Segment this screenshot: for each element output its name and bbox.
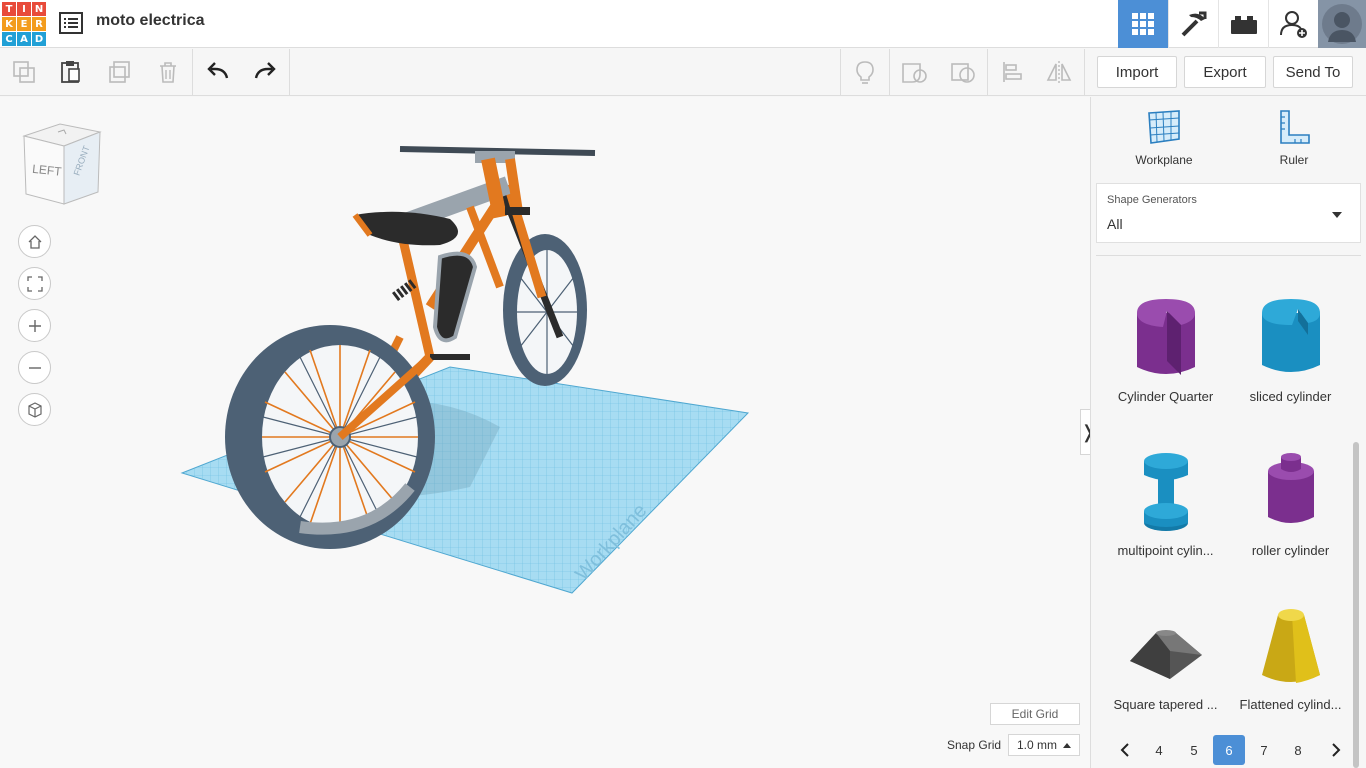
shape-label: multipoint cylin...: [1117, 543, 1214, 558]
zoom-in-button[interactable]: [18, 309, 51, 342]
tinkercad-logo[interactable]: T I N K E R C A D: [2, 2, 46, 46]
ruler-tool[interactable]: Ruler: [1249, 107, 1339, 167]
snap-grid-select[interactable]: 1.0 mm: [1008, 734, 1080, 756]
perspective-toggle-button[interactable]: [18, 393, 51, 426]
square-tapered-shape: [1129, 630, 1202, 679]
chevron-down-icon: [1332, 212, 1342, 218]
prev-page-icon[interactable]: [1109, 735, 1141, 765]
brick-icon[interactable]: [1218, 0, 1268, 48]
shape-generators-dropdown[interactable]: Shape Generators All: [1096, 183, 1361, 243]
design-title[interactable]: moto electrica: [96, 12, 204, 30]
multipoint-cylinder-shape: [1143, 453, 1188, 531]
edit-grid-button[interactable]: Edit Grid: [990, 703, 1080, 725]
fit-view-button[interactable]: [18, 267, 51, 300]
shape-label: Cylinder Quarter: [1117, 389, 1214, 404]
zoom-out-button[interactable]: [18, 351, 51, 384]
shape-label: Flattened cylind...: [1239, 697, 1342, 712]
workplane-icon: [1148, 110, 1180, 144]
undo-icon[interactable]: [202, 57, 234, 87]
sliced-cylinder-shape: [1261, 299, 1320, 372]
shape-generators-label: Shape Generators: [1107, 194, 1197, 206]
shape-flattened-cylinder[interactable]: Flattened cylind...: [1228, 603, 1353, 712]
shape-multipoint-cylinder[interactable]: multipoint cylin...: [1103, 449, 1228, 558]
workplane-tool[interactable]: Workplane: [1119, 107, 1209, 167]
page-4[interactable]: 4: [1143, 735, 1175, 765]
logo-letter: E: [17, 17, 31, 31]
pickaxe-icon[interactable]: [1168, 0, 1218, 48]
logo-letter: D: [32, 32, 46, 46]
duplicate-icon[interactable]: [104, 57, 136, 87]
page-8[interactable]: 8: [1282, 735, 1314, 765]
view-cube[interactable]: LEFT FRONT: [18, 122, 108, 212]
page-6-current[interactable]: 6: [1213, 735, 1245, 765]
top-bar: T I N K E R C A D moto electrica: [0, 0, 1366, 48]
workplane-tool-label: Workplane: [1135, 153, 1193, 167]
shapes-panel: Workplane Ruler Shape Generators All Cyl…: [1090, 97, 1366, 768]
shape-label: sliced cylinder: [1249, 389, 1332, 404]
roller-cylinder-shape: [1267, 453, 1314, 523]
next-page-icon[interactable]: [1320, 735, 1352, 765]
shape-sliced-cylinder[interactable]: sliced cylinder: [1228, 295, 1353, 404]
logo-letter: I: [17, 2, 31, 16]
shape-label: Square tapered ...: [1113, 697, 1218, 712]
mirror-icon[interactable]: [1043, 57, 1075, 87]
ungroup-icon[interactable]: [947, 57, 979, 87]
shape-label: roller cylinder: [1251, 543, 1330, 558]
grid-view-icon[interactable]: [1118, 0, 1168, 48]
snap-grid-label: Snap Grid: [947, 738, 1002, 752]
logo-letter: C: [2, 32, 16, 46]
import-button[interactable]: Import: [1097, 56, 1177, 88]
logo-letter: N: [32, 2, 46, 16]
copy-icon[interactable]: [8, 57, 40, 87]
shape-generators-value: All: [1107, 216, 1123, 232]
paste-icon[interactable]: [55, 57, 87, 87]
add-user-icon[interactable]: [1268, 0, 1318, 48]
flattened-cylinder-shape: [1261, 609, 1320, 683]
home-view-button[interactable]: [18, 225, 51, 258]
logo-letter: T: [2, 2, 16, 16]
shape-roller-cylinder[interactable]: roller cylinder: [1228, 449, 1353, 558]
shapes-pager: 4 5 6 7 8: [1109, 735, 1359, 765]
design-list-icon[interactable]: [58, 10, 84, 36]
group-icon[interactable]: [898, 57, 930, 87]
caret-up-icon: [1063, 743, 1071, 748]
send-to-button[interactable]: Send To: [1273, 56, 1353, 88]
ruler-icon: [1280, 110, 1310, 144]
3d-viewport[interactable]: LEFT FRONT Workplane Edit Grid Snap Grid…: [0, 97, 1096, 768]
redo-icon[interactable]: [249, 57, 281, 87]
ruler-tool-label: Ruler: [1279, 153, 1309, 167]
logo-letter: R: [32, 17, 46, 31]
shape-square-tapered[interactable]: Square tapered ...: [1103, 603, 1228, 712]
bike-model-scene[interactable]: Workplane: [170, 107, 770, 617]
page-5[interactable]: 5: [1178, 735, 1210, 765]
lightbulb-icon[interactable]: [849, 57, 881, 87]
toolbar: Import Export Send To: [0, 49, 1366, 96]
align-icon[interactable]: [996, 57, 1028, 87]
delete-icon[interactable]: [152, 57, 184, 87]
panel-scrollbar[interactable]: [1353, 442, 1359, 768]
cylinder-quarter-shape: [1136, 299, 1195, 375]
snap-grid-value: 1.0 mm: [1017, 738, 1058, 752]
page-7[interactable]: 7: [1248, 735, 1280, 765]
avatar[interactable]: [1318, 0, 1366, 48]
export-button[interactable]: Export: [1184, 56, 1266, 88]
shape-cylinder-quarter[interactable]: Cylinder Quarter: [1103, 295, 1228, 404]
logo-letter: K: [2, 17, 16, 31]
logo-letter: A: [17, 32, 31, 46]
